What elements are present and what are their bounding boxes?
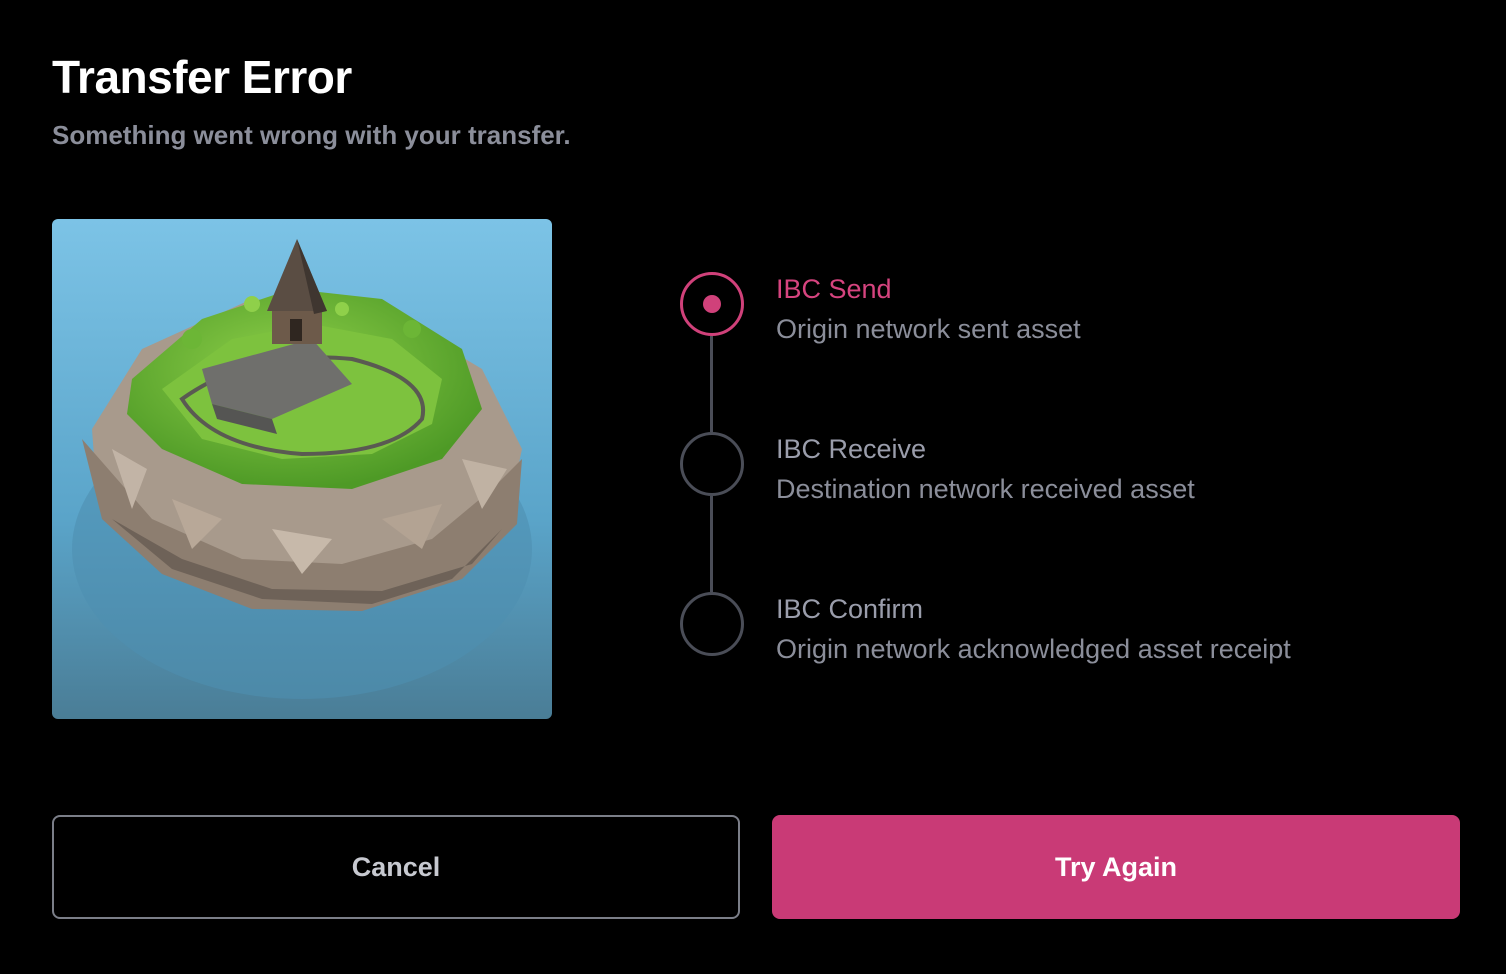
step-indicator-pending-icon <box>680 432 744 496</box>
step-indicator-pending-icon <box>680 592 744 656</box>
step-ibc-confirm: IBC Confirm Origin network acknowledged … <box>680 592 1460 664</box>
step-title: IBC Send <box>776 274 892 304</box>
step-title: IBC Confirm <box>776 594 924 624</box>
step-description: Origin network acknowledged asset receip… <box>776 634 1291 664</box>
dialog-subtitle: Something went wrong with your transfer. <box>52 120 571 150</box>
try-again-button[interactable]: Try Again <box>772 815 1460 919</box>
step-title: IBC Receive <box>776 434 927 464</box>
step-description: Origin network sent asset <box>776 314 1081 344</box>
cancel-button[interactable]: Cancel <box>52 815 740 919</box>
step-description: Destination network received asset <box>776 474 1195 504</box>
step-ibc-receive: IBC Receive Destination network received… <box>680 432 1460 504</box>
step-connector <box>710 496 713 592</box>
step-indicator-active-icon <box>680 272 744 336</box>
transfer-progress-stepper: IBC Send Origin network sent asset IBC R… <box>680 272 1460 672</box>
step-connector <box>710 336 713 432</box>
step-ibc-send: IBC Send Origin network sent asset <box>680 272 1460 344</box>
active-dot-icon <box>703 295 721 313</box>
dialog-title: Transfer Error <box>52 51 352 103</box>
island-illustration <box>52 219 552 719</box>
